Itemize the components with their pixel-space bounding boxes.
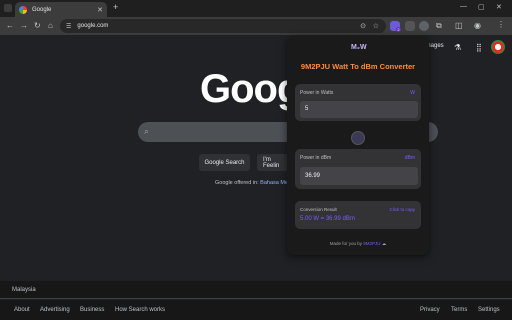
tab-google[interactable]: Google ✕ [15, 2, 107, 17]
language-link[interactable]: Bahasa Me [260, 180, 288, 186]
offered-in-label: Google offered in: [215, 180, 259, 186]
swap-button[interactable] [351, 131, 365, 145]
made-by-brand-link[interactable]: 9M2PJU [363, 241, 380, 246]
tab-close-icon[interactable]: ✕ [97, 6, 103, 14]
footer-link-terms[interactable]: Terms [451, 307, 467, 313]
reload-button[interactable]: ↻ [34, 21, 41, 30]
footer-link-about[interactable]: About [14, 307, 30, 313]
popup-title: 9M2PJU Watt To dBm Converter [300, 62, 416, 71]
result-label: Conversion Result [300, 207, 337, 212]
made-by-footer: Made for you by 9M2PJU ☁ [287, 241, 429, 247]
address-bar[interactable]: ☰ google.com ⊙ ☆ [60, 19, 386, 33]
dbm-card: Power in dBm dBm 36.99 [295, 149, 421, 189]
language-offer: Google offered in: Bahasa Me [215, 180, 288, 186]
side-panel-icon[interactable]: ◫ [455, 21, 463, 30]
location-icon[interactable]: ⊙ [360, 22, 366, 30]
search-icon: ⌕ [144, 126, 150, 136]
tab-search-icon[interactable] [4, 4, 12, 12]
watt-converter-extension-icon[interactable]: 2 [390, 21, 401, 32]
footer-link-advertising[interactable]: Advertising [40, 307, 70, 313]
cloud-icon: ☁ [381, 241, 387, 246]
footer-link-business[interactable]: Business [80, 307, 104, 313]
browser-menu-icon[interactable]: ⋮ [497, 20, 505, 29]
converter-popup: M₂W 9M2PJU Watt To dBm Converter Power i… [287, 36, 429, 255]
extension-logo: M₂W [351, 44, 367, 51]
maximize-button[interactable]: ▢ [478, 3, 485, 11]
made-by-text: Made for you by [329, 241, 362, 246]
labs-icon[interactable]: ⚗ [454, 43, 461, 52]
extensions-puzzle-icon[interactable]: ⧉ [436, 21, 442, 31]
google-search-button[interactable]: Google Search [199, 154, 250, 171]
home-button[interactable]: ⌂ [48, 21, 53, 30]
dbm-unit: dBm [404, 155, 415, 161]
extension-icon[interactable] [405, 21, 415, 31]
profile-icon[interactable]: ◉ [474, 21, 481, 30]
extension-badge: 2 [396, 27, 401, 32]
new-tab-button[interactable]: + [113, 2, 118, 12]
watts-unit: W [410, 90, 415, 96]
feeling-lucky-button[interactable]: I'm Feelin [257, 154, 289, 171]
google-logo: Goog [200, 67, 301, 111]
account-avatar[interactable] [491, 40, 505, 54]
google-favicon-icon [19, 5, 27, 14]
watts-label: Power in Watts [300, 90, 334, 96]
copy-hint[interactable]: Click to copy [389, 207, 415, 212]
back-button[interactable]: ← [6, 21, 14, 30]
result-card[interactable]: Conversion Result Click to copy 5.00 W =… [295, 201, 421, 229]
footer-links: About Advertising Business How Search wo… [0, 300, 512, 320]
url-text[interactable]: google.com [77, 23, 108, 29]
dbm-input[interactable]: 36.99 [300, 167, 418, 185]
watts-card: Power in Watts W 5 [295, 84, 421, 121]
dbm-label: Power in dBm [300, 155, 332, 161]
forward-button[interactable]: → [20, 21, 28, 30]
google-homepage: Images ⚗ ⣿ Goog ⌕ Google Search I'm Feel… [0, 35, 512, 320]
tab-bar: Google ✕ + — ▢ ✕ [0, 0, 512, 17]
tab-title: Google [32, 6, 52, 13]
footer-link-how-search-works[interactable]: How Search works [115, 307, 165, 313]
extension-icon[interactable] [419, 21, 429, 31]
country-label: Malaysia [12, 287, 36, 293]
site-info-icon[interactable]: ☰ [66, 23, 71, 30]
footer-link-settings[interactable]: Settings [478, 307, 500, 313]
footer-country: Malaysia [0, 281, 512, 299]
bookmark-star-icon[interactable]: ☆ [373, 22, 379, 30]
footer-link-privacy[interactable]: Privacy [420, 307, 440, 313]
close-window-button[interactable]: ✕ [496, 3, 502, 11]
apps-grid-icon[interactable]: ⣿ [476, 43, 482, 52]
minimize-button[interactable]: — [460, 3, 467, 10]
result-value[interactable]: 5.00 W = 36.99 dBm [300, 216, 355, 222]
watts-input[interactable]: 5 [300, 101, 418, 118]
